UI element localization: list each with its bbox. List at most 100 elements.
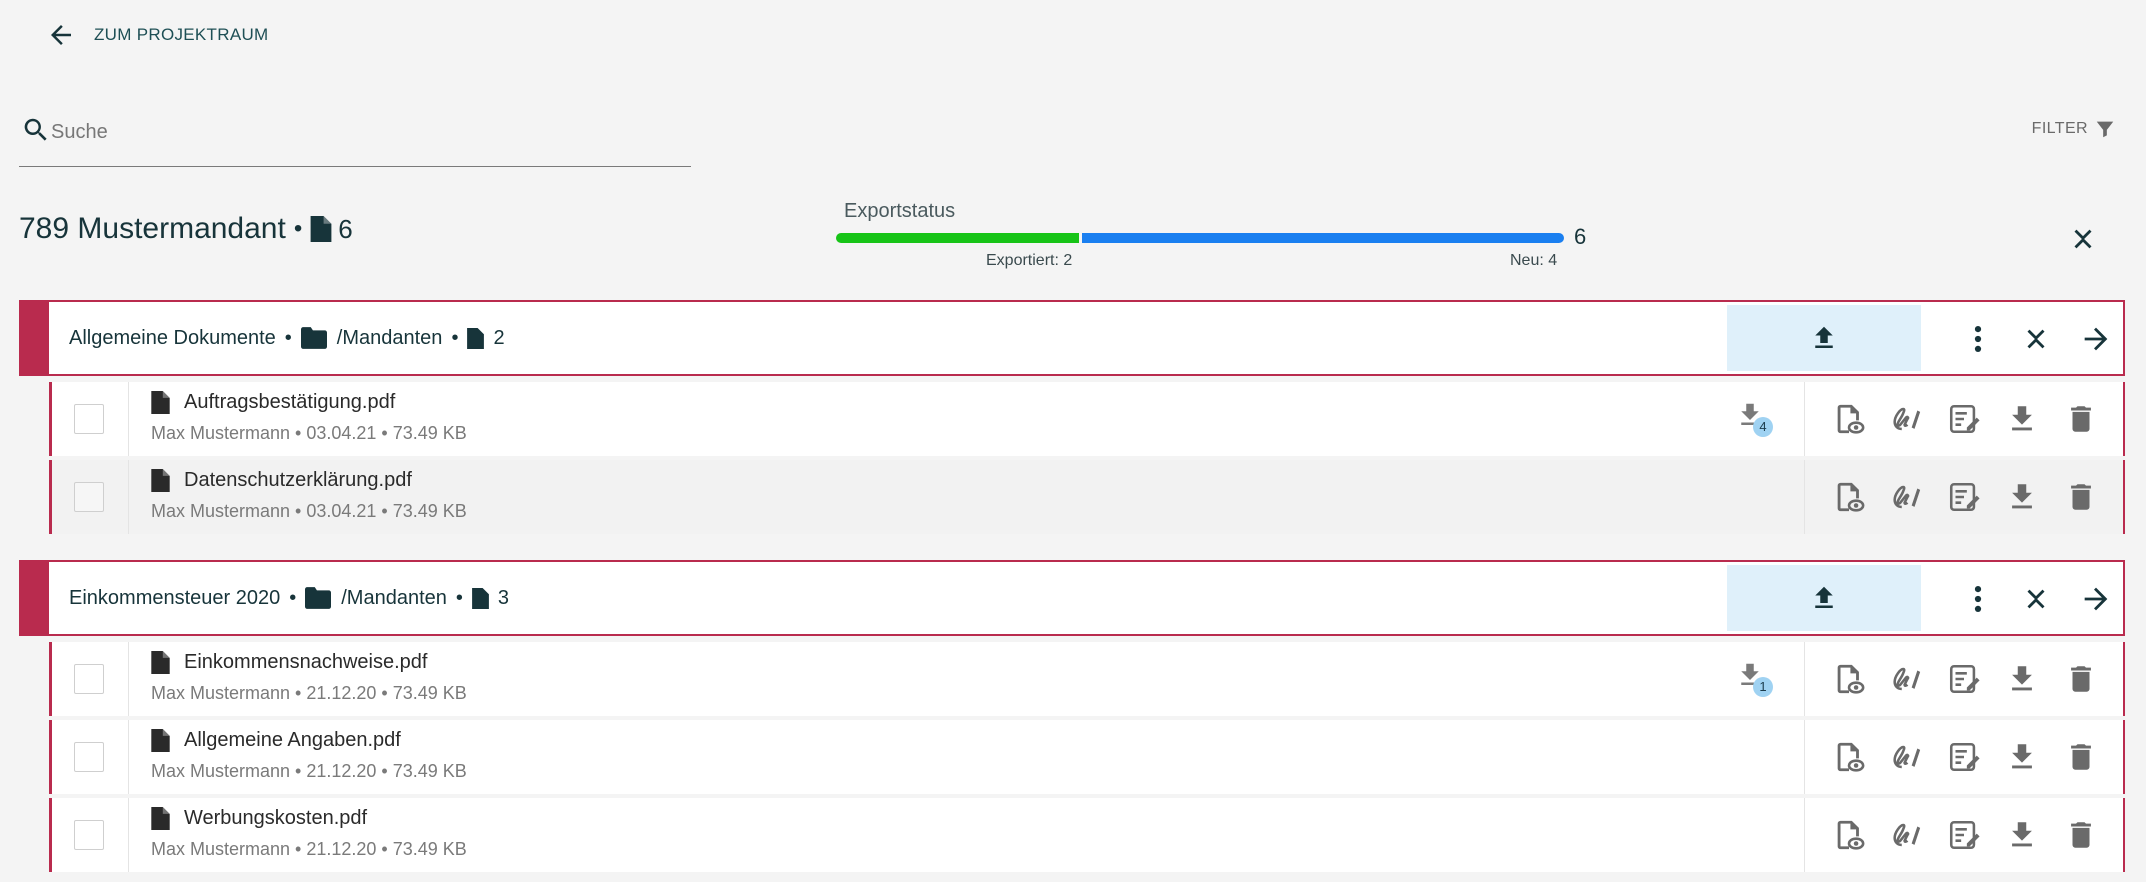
filter-label: FILTER: [2031, 120, 2088, 137]
document-icon: [151, 729, 170, 752]
file-meta: Max Mustermann • 03.04.21 • 73.49 KB: [151, 423, 467, 443]
download-icon[interactable]: [2005, 480, 2039, 514]
preview-icon[interactable]: [1832, 740, 1866, 774]
collapse-icon[interactable]: [2019, 582, 2053, 616]
group-folder-path: /Mandanten: [336, 326, 443, 349]
file-row: Auftragsbestätigung.pdf Max Mustermann •…: [49, 382, 2125, 456]
upload-icon: [1815, 326, 1833, 348]
group-title: Allgemeine Dokumente: [69, 326, 276, 349]
file-meta: Max Mustermann • 21.12.20 • 73.49 KB: [151, 839, 467, 859]
sign-icon[interactable]: [1889, 740, 1923, 774]
back-label: ZUM PROJEKTRAUM: [94, 25, 269, 44]
download-icon[interactable]: [2005, 740, 2039, 774]
new-segment: [1081, 233, 1564, 243]
download-icon[interactable]: [2005, 818, 2039, 852]
preview-icon[interactable]: [1832, 662, 1866, 696]
delete-icon[interactable]: [2064, 740, 2098, 774]
preview-icon[interactable]: [1832, 402, 1866, 436]
edit-form-icon[interactable]: [1947, 662, 1981, 696]
download-icon[interactable]: [2005, 662, 2039, 696]
folder-icon: [305, 587, 332, 609]
file-checkbox[interactable]: [74, 742, 104, 772]
arrow-right-icon[interactable]: [2079, 582, 2113, 616]
upload-icon: [1815, 586, 1833, 608]
separator-dot: •: [293, 215, 303, 242]
file-row: Werbungskosten.pdf Max Mustermann • 21.1…: [49, 798, 2125, 872]
exported-label: Exportiert: 2: [986, 252, 1073, 269]
document-icon: [310, 216, 332, 242]
more-vertical-icon[interactable]: [1961, 322, 1995, 356]
download-count-button[interactable]: 1: [1735, 660, 1773, 697]
delete-icon[interactable]: [2064, 480, 2098, 514]
file-name[interactable]: Einkommensnachweise.pdf: [184, 651, 427, 674]
filter-icon: [2096, 121, 2114, 138]
search-field: [19, 111, 691, 167]
document-icon: [151, 391, 170, 414]
edit-form-icon[interactable]: [1947, 480, 1981, 514]
file-actions: [1804, 382, 2126, 456]
sign-icon[interactable]: [1889, 402, 1923, 436]
document-count: 6: [338, 213, 353, 244]
mandant-header: 789 Mustermandant • 6: [19, 212, 353, 246]
document-icon: [472, 587, 489, 609]
file-checkbox[interactable]: [74, 404, 104, 434]
file-meta: Max Mustermann • 21.12.20 • 73.49 KB: [151, 683, 467, 703]
export-status: Exportstatus 6 Exportiert: 2 Neu: 4: [836, 198, 1596, 278]
collapse-icon[interactable]: [2019, 322, 2053, 356]
group-doc-count: 2: [493, 326, 505, 349]
edit-form-icon[interactable]: [1947, 402, 1981, 436]
delete-icon[interactable]: [2064, 662, 2098, 696]
mandant-title: 789 Mustermandant: [19, 212, 286, 245]
preview-icon[interactable]: [1832, 818, 1866, 852]
upload-button[interactable]: [1727, 305, 1921, 371]
document-icon: [151, 807, 170, 830]
sign-icon[interactable]: [1889, 480, 1923, 514]
group-title: Einkommensteuer 2020: [69, 586, 281, 609]
sign-icon[interactable]: [1889, 662, 1923, 696]
file-row: Einkommensnachweise.pdf Max Mustermann •…: [49, 642, 2125, 716]
edit-form-icon[interactable]: [1947, 818, 1981, 852]
file-actions: [1804, 720, 2126, 794]
sign-icon[interactable]: [1889, 818, 1923, 852]
group-header-einkommensteuer-2020: Einkommensteuer 2020 • /Mandanten • 3: [19, 560, 2125, 636]
file-name[interactable]: Datenschutzerklärung.pdf: [184, 469, 412, 492]
file-actions: [1804, 798, 2126, 872]
delete-icon[interactable]: [2064, 818, 2098, 852]
arrow-left-icon: [51, 25, 71, 45]
export-total: 6: [1574, 224, 1587, 249]
file-name[interactable]: Allgemeine Angaben.pdf: [184, 729, 401, 752]
preview-icon[interactable]: [1832, 480, 1866, 514]
export-status-title: Exportstatus: [844, 200, 956, 222]
more-vertical-icon[interactable]: [1961, 582, 1995, 616]
new-label: Neu: 4: [1510, 252, 1558, 269]
search-icon: [24, 118, 47, 141]
upload-button[interactable]: [1727, 565, 1921, 631]
group-folder-path: /Mandanten: [341, 586, 447, 609]
group-header-allgemeine-dokumente: Allgemeine Dokumente • /Mandanten • 2: [19, 300, 2125, 376]
file-actions: [1804, 642, 2126, 716]
file-checkbox[interactable]: [74, 482, 104, 512]
edit-form-icon[interactable]: [1947, 740, 1981, 774]
document-icon: [151, 651, 170, 674]
file-checkbox[interactable]: [74, 820, 104, 850]
document-icon: [151, 469, 170, 492]
file-meta: Max Mustermann • 21.12.20 • 73.49 KB: [151, 761, 467, 781]
search-input[interactable]: [51, 117, 671, 147]
exported-segment: [836, 233, 1079, 243]
folder-icon: [300, 327, 327, 349]
file-checkbox[interactable]: [74, 664, 104, 694]
delete-icon[interactable]: [2064, 402, 2098, 436]
file-row: Allgemeine Angaben.pdf Max Mustermann • …: [49, 720, 2125, 794]
file-name[interactable]: Werbungskosten.pdf: [184, 807, 367, 830]
download-count-badge: 4: [1753, 417, 1773, 437]
file-row: Datenschutzerklärung.pdf Max Mustermann …: [49, 460, 2125, 534]
group-doc-count: 3: [497, 586, 510, 609]
filter-button[interactable]: FILTER: [2032, 118, 2116, 140]
export-progress-bar: [836, 233, 1564, 243]
collapse-all-icon[interactable]: [2066, 222, 2100, 256]
back-to-project-link[interactable]: ZUM PROJEKTRAUM: [46, 20, 269, 50]
download-icon[interactable]: [2005, 402, 2039, 436]
download-count-button[interactable]: 4: [1735, 400, 1773, 437]
file-name[interactable]: Auftragsbestätigung.pdf: [184, 391, 395, 414]
arrow-right-icon[interactable]: [2079, 322, 2113, 356]
